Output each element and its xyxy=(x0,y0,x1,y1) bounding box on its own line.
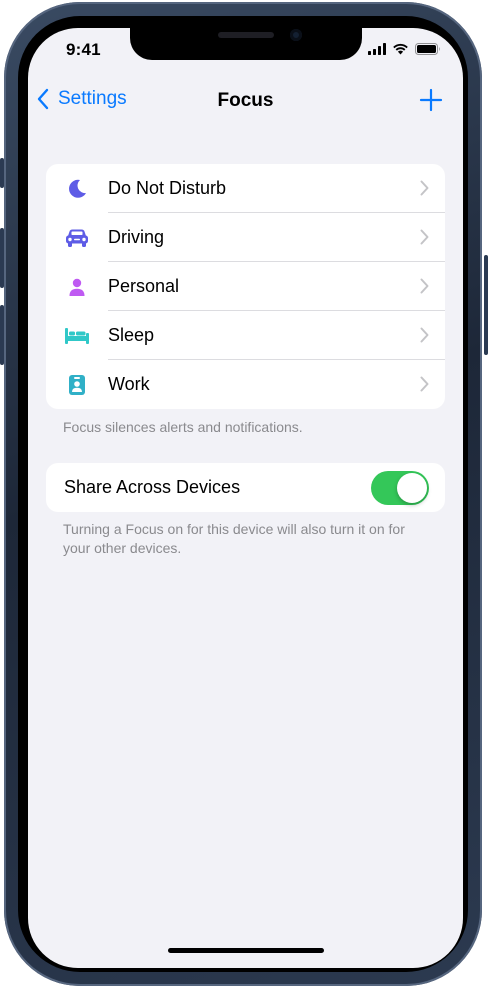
status-time: 9:41 xyxy=(66,40,101,59)
share-across-devices-toggle[interactable] xyxy=(371,471,429,505)
side-button-power xyxy=(484,255,488,355)
home-indicator[interactable] xyxy=(168,948,324,953)
focus-item-label: Personal xyxy=(108,276,180,296)
focus-item-driving[interactable]: Driving xyxy=(46,213,445,262)
chevron-right-icon xyxy=(420,180,429,196)
chevron-right-icon xyxy=(420,229,429,245)
speaker-grille xyxy=(218,32,274,38)
notch xyxy=(130,28,362,60)
front-camera xyxy=(290,29,302,41)
focus-modes-list: Do Not Disturb Driving Personal Sleep Wo… xyxy=(46,164,445,409)
focus-item-label: Work xyxy=(108,374,150,394)
focus-modes-footer: Focus silences alerts and notifications. xyxy=(63,419,303,435)
bed-icon xyxy=(64,323,90,349)
focus-item-do-not-disturb[interactable]: Do Not Disturb xyxy=(46,164,445,213)
car-icon xyxy=(64,225,90,251)
side-button-volume-down xyxy=(0,305,4,365)
person-icon xyxy=(64,274,90,300)
share-across-devices-label: Share Across Devices xyxy=(64,477,241,497)
add-focus-button[interactable] xyxy=(419,88,443,117)
side-button-volume-up xyxy=(0,228,4,288)
share-across-devices-group: Share Across Devices xyxy=(46,463,445,512)
chevron-right-icon xyxy=(420,327,429,343)
cellular-signal-icon xyxy=(368,43,386,55)
chevron-right-icon xyxy=(420,376,429,392)
toggle-knob xyxy=(397,473,427,503)
focus-item-work[interactable]: Work xyxy=(46,360,445,409)
page-title: Focus xyxy=(217,90,274,111)
focus-item-label: Sleep xyxy=(108,325,155,345)
status-icons xyxy=(368,43,441,55)
share-across-devices-footer: Turning a Focus on for this device will … xyxy=(63,521,405,556)
focus-item-label: Do Not Disturb xyxy=(108,178,227,198)
share-across-devices-row: Share Across Devices xyxy=(46,463,445,512)
screen: 9:41 Settings Focus Do Not Disturb Drivi… xyxy=(28,28,463,968)
moon-icon xyxy=(64,176,90,202)
battery-icon xyxy=(415,43,440,55)
focus-item-sleep[interactable]: Sleep xyxy=(46,311,445,360)
focus-item-personal[interactable]: Personal xyxy=(46,262,445,311)
side-button-mute xyxy=(0,158,4,188)
chevron-right-icon xyxy=(420,278,429,294)
id-badge-icon xyxy=(64,372,90,398)
focus-item-label: Driving xyxy=(108,227,165,247)
wifi-icon xyxy=(393,43,408,55)
plus-icon xyxy=(419,88,443,112)
